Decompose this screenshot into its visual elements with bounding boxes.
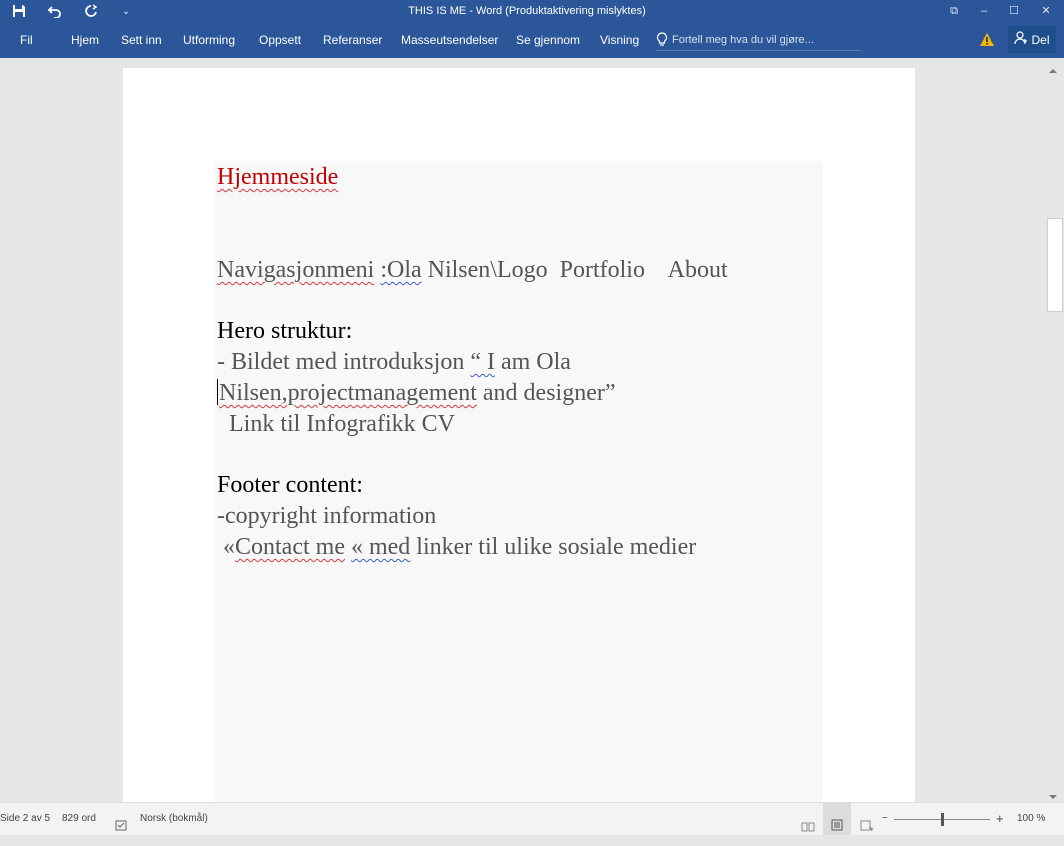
tell-me-input[interactable] [672, 30, 858, 50]
footer-line-2-a: « [217, 534, 235, 560]
tab-layout[interactable]: Oppsett [259, 22, 301, 58]
maximize-button[interactable]: ☐ [1004, 0, 1024, 22]
hero-line-2-b: and designer” [476, 380, 616, 406]
minimize-button[interactable]: – [974, 0, 994, 22]
document-page[interactable]: Hjemmeside Navigasjonmeni :Ola Nilsen\Lo… [123, 68, 915, 802]
footer-line-2: «Contact me « med linker til ulike sosia… [217, 533, 696, 561]
hero-line-2: Nilsen,projectmanagement and designer” [217, 379, 616, 407]
title-bar: ⌄ THIS IS ME - Word (Produktaktivering m… [0, 0, 1064, 22]
hero-line-1-b: “ I [470, 349, 495, 375]
tab-mailings[interactable]: Masseutsendelser [401, 22, 498, 58]
print-layout-button[interactable] [823, 803, 851, 835]
vertical-scrollbar[interactable] [1044, 58, 1064, 802]
zoom-in-button[interactable]: + [996, 803, 1004, 835]
tab-file[interactable]: Fil [20, 22, 33, 58]
share-button[interactable]: Del [1008, 26, 1056, 53]
word-count[interactable]: 829 ord [62, 803, 96, 835]
hero-line-3: Link til Infografikk CV [217, 411, 455, 437]
footer-line-2-b: Contact me [235, 534, 345, 560]
person-add-icon [1014, 31, 1028, 48]
page-count[interactable]: Side 2 av 5 [0, 803, 50, 835]
scrollbar-thumb[interactable] [1047, 218, 1063, 312]
nav-word-navigasjonmeni: Navigasjonmeni [217, 257, 375, 283]
document-workspace: Hjemmeside Navigasjonmeni :Ola Nilsen\Lo… [0, 58, 1044, 802]
tell-me-box[interactable] [656, 30, 861, 51]
zoom-slider-thumb[interactable] [941, 813, 944, 826]
window-title: THIS IS ME - Word (Produktaktivering mis… [408, 5, 646, 17]
heading-text: Hjemmeside [217, 164, 339, 190]
tab-review[interactable]: Se gjennom [516, 22, 580, 58]
print-layout-icon [831, 813, 843, 845]
heading-line: Hjemmeside [217, 163, 338, 191]
read-mode-icon[interactable] [801, 814, 815, 832]
ribbon-tab-bar: Fil Hjem Sett inn Utforming Oppsett Refe… [0, 22, 1064, 58]
tab-references[interactable]: Referanser [323, 22, 382, 58]
tab-home[interactable]: Hjem [71, 22, 99, 58]
tab-view[interactable]: Visning [600, 22, 639, 58]
share-label: Del [1031, 32, 1050, 47]
nav-rest-text: Nilsen\Logo Portfolio About [427, 257, 728, 283]
hero-title: Hero struktur: [217, 318, 353, 344]
hero-line-1: - Bildet med introduksjon “ I am Ola [217, 348, 571, 376]
hero-line-1-c: am Ola [494, 349, 571, 375]
ribbon-display-options-button[interactable]: ⧉ [944, 0, 964, 22]
web-layout-icon[interactable] [860, 814, 874, 832]
lightbulb-icon [656, 32, 668, 52]
scroll-up-icon[interactable] [1048, 62, 1058, 80]
zoom-level[interactable]: 100 % [1017, 803, 1045, 835]
zoom-out-button[interactable]: − [882, 803, 888, 835]
hero-line-1-a: - Bildet med introduksjon [217, 349, 471, 375]
status-bar: Side 2 av 5 829 ord Norsk (bokmål) − + 1… [0, 802, 1064, 835]
footer-title: Footer content: [217, 472, 363, 498]
footer-line-2-e: linker til ulike sosiale medier [410, 534, 697, 560]
hero-line-2-a: Nilsen,projectmanagement [219, 380, 477, 406]
warning-icon[interactable] [979, 32, 995, 52]
proofing-icon[interactable] [115, 813, 127, 831]
tab-insert[interactable]: Sett inn [121, 22, 162, 58]
nav-line: Navigasjonmeni :Ola Nilsen\Logo Portfoli… [217, 256, 728, 284]
text-cursor [217, 379, 218, 405]
close-button[interactable]: ✕ [1036, 0, 1056, 22]
footer-line-1: -copyright information [217, 503, 437, 529]
tab-design[interactable]: Utforming [183, 22, 235, 58]
footer-line-2-d: « med [350, 534, 411, 560]
nav-word-ola: :Ola [380, 257, 422, 283]
language-indicator[interactable]: Norsk (bokmål) [140, 803, 208, 835]
